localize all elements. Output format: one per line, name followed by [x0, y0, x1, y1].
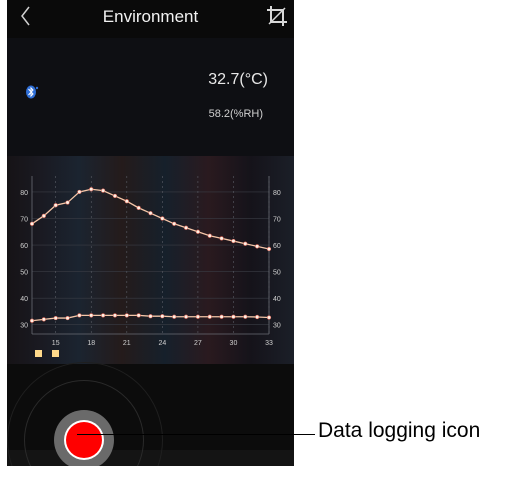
y-tick-label-right: 30	[273, 323, 281, 330]
data-point	[219, 314, 224, 319]
x-tick-label: 18	[87, 340, 95, 347]
callout-line	[77, 434, 315, 435]
data-point	[89, 187, 94, 192]
data-point	[136, 205, 141, 210]
page-title: Environment	[102, 7, 199, 26]
callout-label: Data logging icon	[318, 419, 481, 442]
data-point	[53, 315, 58, 321]
data-point	[148, 314, 153, 319]
data-point	[207, 233, 212, 238]
data-point	[255, 244, 260, 249]
data-point	[195, 229, 200, 234]
data-point	[100, 313, 106, 318]
data-point	[172, 221, 177, 226]
data-point	[231, 238, 236, 244]
data-point	[195, 314, 200, 319]
x-tick-label: 33	[265, 340, 273, 347]
y-tick-label-right: 70	[273, 216, 281, 223]
data-logging-button[interactable]	[54, 410, 114, 466]
y-tick-label-right: 60	[273, 243, 281, 250]
data-point	[231, 314, 236, 319]
data-point	[41, 317, 46, 322]
y-tick-label-left: 50	[20, 270, 28, 277]
y-tick-label-left: 70	[20, 216, 28, 223]
data-point	[124, 199, 129, 204]
y-tick-label-left: 60	[20, 243, 28, 250]
data-point	[29, 221, 35, 226]
data-point	[160, 314, 165, 319]
humidity-value: 58.2(%RH)	[208, 108, 263, 120]
legend-swatch-1	[35, 350, 42, 357]
readings-panel: 32.7(°C) 58.2(%RH)	[7, 38, 294, 156]
data-point	[172, 314, 177, 319]
x-tick-label: 24	[158, 340, 166, 347]
chart: 80 70 60 50 40 30 80 70 60 50 40 30 15 18 21 24 27 30 33	[7, 156, 294, 364]
data-point	[124, 313, 129, 318]
data-point	[207, 314, 212, 319]
data-point	[53, 203, 58, 208]
data-point	[65, 200, 70, 205]
legend-swatch-2	[52, 350, 59, 357]
crop-icon	[267, 6, 287, 26]
x-tick-label: 15	[52, 340, 60, 347]
data-point	[266, 315, 272, 320]
x-tick-label: 21	[123, 340, 131, 347]
data-point	[77, 313, 82, 318]
y-tick-label-left: 40	[20, 296, 28, 303]
data-point	[160, 216, 165, 221]
data-point	[112, 193, 118, 199]
data-point	[89, 313, 94, 318]
line-chart: 80 70 60 50 40 30 80 70 60 50 40 30 15 18 21 24 27 30 33	[20, 176, 281, 347]
y-tick-label-right: 50	[273, 270, 281, 277]
y-tick-label-left: 30	[20, 323, 28, 330]
data-point	[112, 313, 118, 318]
data-point	[266, 246, 272, 252]
data-point	[219, 236, 224, 241]
data-point	[29, 318, 35, 323]
data-point	[243, 241, 248, 246]
record-icon	[66, 422, 102, 458]
crop-button[interactable]	[265, 4, 289, 28]
y-tick-label-right: 80	[273, 190, 281, 197]
top-bar: Environment	[7, 0, 294, 38]
data-point	[100, 188, 106, 193]
y-tick-label-right: 40	[273, 296, 281, 303]
data-point	[183, 225, 189, 230]
data-point	[41, 213, 46, 218]
x-tick-label: 27	[194, 340, 202, 347]
data-point	[255, 314, 260, 320]
app-screen: Environment 32.7(°C) 58.2(%RH) 80 70 60 50 4…	[7, 0, 294, 466]
temperature-value: 32.7(°C)	[208, 71, 268, 88]
data-point	[77, 189, 82, 195]
data-point	[136, 313, 141, 318]
data-point	[243, 314, 248, 319]
x-tick-label: 30	[230, 340, 238, 347]
data-point	[183, 314, 189, 319]
bluetooth-icon	[25, 84, 39, 100]
data-point	[148, 211, 153, 216]
y-tick-label-left: 80	[20, 190, 28, 197]
data-point	[65, 315, 70, 321]
